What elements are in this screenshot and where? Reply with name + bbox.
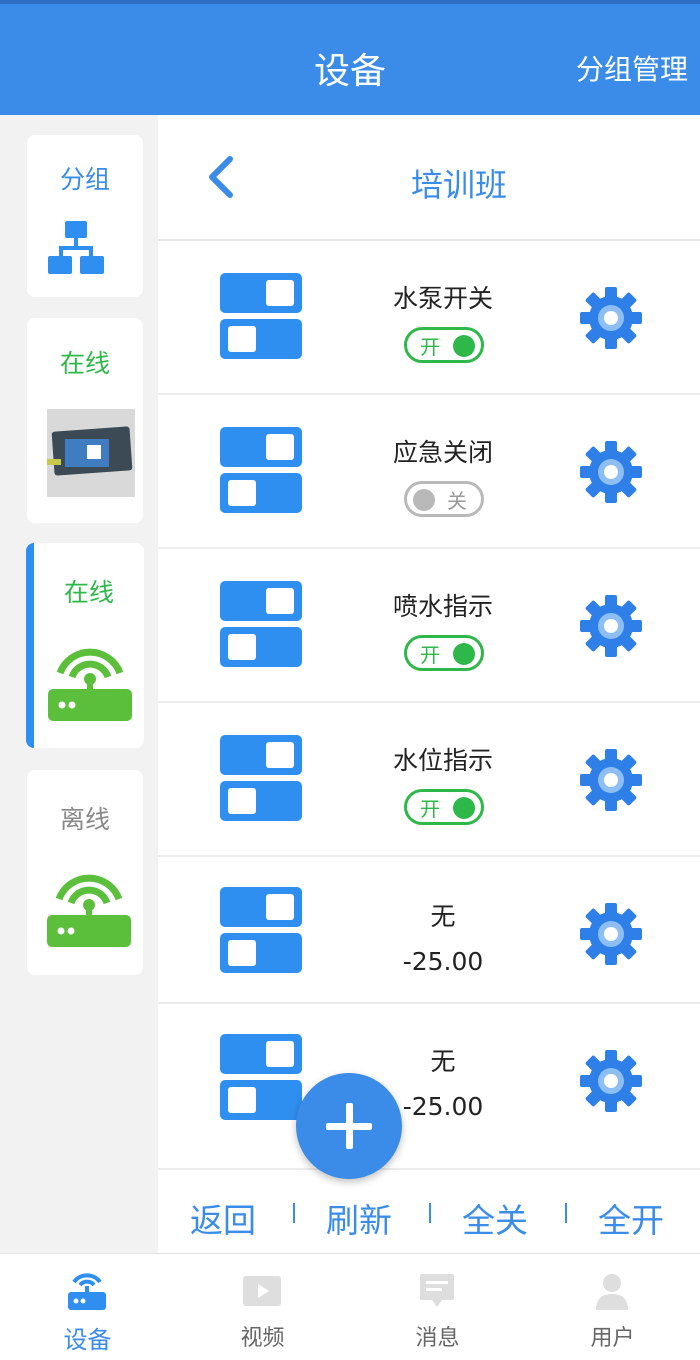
toggle-knob [413,489,435,511]
device-toggle[interactable]: 开 [404,327,484,363]
switch-device-icon [220,887,302,973]
sidebar-item-device-online[interactable]: 在线 [27,318,143,523]
switch-device-icon [220,1034,302,1120]
hierarchy-icon [48,221,104,274]
toggle-knob [453,643,475,665]
gear-icon[interactable] [578,901,644,967]
back-button[interactable]: 返回 [190,1194,256,1242]
toggle-knob [453,335,475,357]
toggle-label: 开 [420,335,440,359]
device-panel: 培训班 水泵开关 开 应急关闭 关 喷水指示 开 水位指示 开 无 -25.00… [158,115,700,1253]
switch-device-icon [220,427,302,513]
tab-label: 视频 [240,1326,285,1351]
device-row[interactable]: 水泵开关 开 [158,241,700,395]
router-icon [47,874,131,947]
device-toggle[interactable]: 开 [404,635,484,671]
device-row[interactable]: 无 -25.00 [158,1004,700,1168]
video-icon [243,1276,281,1306]
switch-device-icon [220,273,302,359]
refresh-button[interactable]: 刷新 [326,1194,392,1242]
gear-icon[interactable] [578,439,644,505]
tab-device[interactable]: 设备 [0,1254,175,1360]
device-value: -25.00 [402,947,484,976]
gear-icon[interactable] [578,1048,644,1114]
group-header: 培训班 [158,115,700,241]
gear-icon[interactable] [578,747,644,813]
tab-label: 消息 [415,1326,460,1351]
action-bar: 返回 刷新 全关 全开 [158,1168,700,1253]
switch-device-icon [220,735,302,821]
device-row[interactable]: 应急关闭 关 [158,395,700,549]
toggle-label: 开 [420,797,440,821]
sidebar-item-label: 在线 [63,578,114,607]
sidebar-item-group[interactable]: 分组 [27,135,143,297]
gear-icon[interactable] [578,285,644,351]
toggle-label: 关 [447,489,467,513]
all-off-button[interactable]: 全关 [462,1194,528,1242]
device-name: 水泵开关 [392,284,493,313]
device-name: 应急关闭 [392,438,493,467]
divider [429,1203,431,1223]
sidebar-item-label: 在线 [59,349,110,378]
sidebar-item-label: 分组 [59,165,110,194]
group-manage-button[interactable]: 分组管理 [576,48,688,88]
sidebar: 分组 在线 在线 离线 [0,115,158,1253]
gear-icon[interactable] [578,593,644,659]
user-icon [596,1274,628,1310]
device-name: 无 [430,902,456,931]
device-toggle[interactable]: 关 [404,481,484,517]
device-row[interactable]: 喷水指示 开 [158,549,700,703]
group-title: 培训班 [410,166,507,204]
sidebar-item-label: 离线 [59,805,110,834]
device-name: 水位指示 [392,746,493,775]
toggle-label: 开 [420,643,440,667]
router-icon [48,648,132,721]
bottom-tab-bar: 设备 视频 消息 用户 [0,1253,700,1360]
switch-device-icon [220,581,302,667]
tab-label: 设备 [63,1326,112,1354]
device-toggle[interactable]: 开 [404,789,484,825]
add-device-button[interactable] [296,1073,402,1179]
tab-label: 用户 [590,1326,635,1351]
toggle-knob [453,797,475,819]
message-icon [420,1274,454,1307]
top-app-bar: 设备 分组管理 [0,0,700,115]
sidebar-item-router-online[interactable]: 在线 [26,543,144,748]
device-row[interactable]: 水位指示 开 [158,703,700,857]
device-name: 喷水指示 [392,592,493,621]
tab-user[interactable]: 用户 [525,1254,700,1360]
tab-message[interactable]: 消息 [350,1254,525,1360]
device-icon [68,1273,106,1310]
all-on-button[interactable]: 全开 [598,1194,664,1242]
device-photo [47,409,135,497]
device-name: 无 [430,1047,456,1076]
divider [565,1203,567,1223]
sidebar-item-router-offline[interactable]: 离线 [27,770,143,975]
tab-video[interactable]: 视频 [175,1254,350,1360]
divider [293,1203,295,1223]
device-row[interactable]: 无 -25.00 [158,857,700,1004]
